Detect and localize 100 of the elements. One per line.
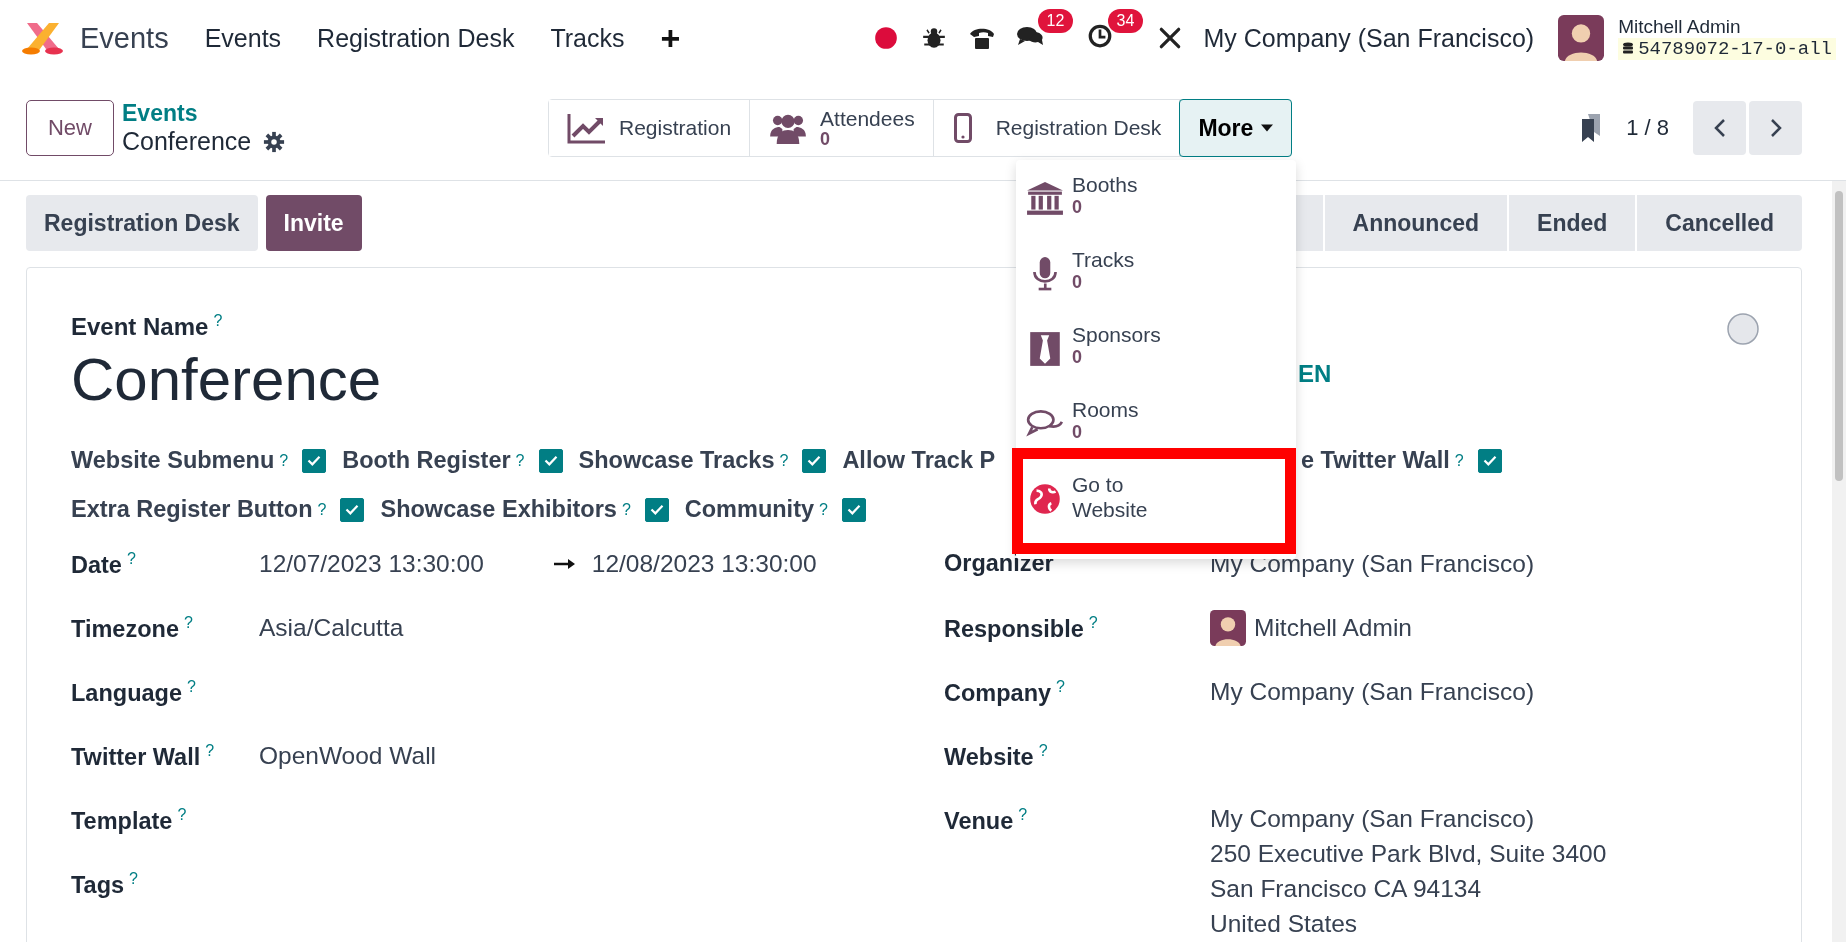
help-mark[interactable]: ? <box>515 451 525 470</box>
field-value[interactable]: Asia/Calcutta <box>259 614 404 642</box>
users-icon <box>768 112 809 144</box>
caret-icon <box>1261 124 1274 132</box>
company-switcher[interactable]: My Company (San Francisco) <box>1203 23 1535 53</box>
help-mark[interactable]: ? <box>177 806 187 823</box>
mobile-phone-icon <box>951 113 974 143</box>
help-mark[interactable]: ? <box>1018 806 1028 823</box>
bookmark-icon[interactable] <box>1580 114 1603 142</box>
field-value[interactable]: OpenWood Wall <box>259 742 437 770</box>
check-icon <box>846 504 861 515</box>
more-button[interactable]: More <box>1179 99 1293 157</box>
checkbox[interactable] <box>802 448 827 473</box>
event-title[interactable]: Conference <box>71 345 382 414</box>
date-field[interactable]: 12/07/2023 13:30:00 <box>259 550 484 578</box>
help-mark[interactable]: ? <box>213 312 223 329</box>
database-name: 54789072-17-0-all <box>1638 38 1832 60</box>
help-mark[interactable]: ? <box>1056 678 1065 695</box>
help-mark[interactable]: ? <box>621 500 631 519</box>
menu-item-count: 0 <box>1072 272 1083 294</box>
help-mark[interactable]: ? <box>126 550 136 567</box>
check-icon <box>649 504 664 515</box>
action-button[interactable]: Registration Desk <box>26 195 258 251</box>
option-label: Booth Register <box>342 447 511 474</box>
checkbox[interactable] <box>538 448 563 473</box>
stage-label: EN <box>1298 360 1332 388</box>
menu-item[interactable]: Sponsors 0 <box>1016 322 1296 397</box>
status-stage[interactable]: Cancelled <box>1635 195 1802 251</box>
help-mark[interactable]: ? <box>187 678 196 695</box>
breadcrumb-link[interactable]: Events <box>122 100 286 127</box>
address-line: 250 Executive Park Blvd, Suite 3400 <box>1210 840 1607 868</box>
menu-item[interactable]: Events <box>204 23 282 53</box>
menu-item-count: 0 <box>1072 347 1083 369</box>
new-button[interactable]: New <box>26 100 114 156</box>
app-logo-icon[interactable] <box>20 21 66 55</box>
field-value[interactable]: Mitchell Admin <box>1254 614 1412 642</box>
menu-item-label: Tracks <box>1072 247 1136 273</box>
help-mark[interactable]: ? <box>1038 742 1048 759</box>
help-mark[interactable]: ? <box>183 614 193 631</box>
field-value[interactable]: My Company (San Francisco) <box>1210 678 1535 706</box>
help-mark[interactable]: ? <box>279 451 289 470</box>
field-label: Language <box>71 679 182 706</box>
help-mark[interactable]: ? <box>205 742 215 759</box>
chevron-left-icon <box>1713 118 1726 138</box>
check-icon <box>543 455 558 466</box>
option-label: Showcase Tracks <box>578 447 775 474</box>
menu-item[interactable]: Registration Desk <box>317 23 515 53</box>
status-circle-icon[interactable] <box>1726 312 1760 346</box>
option-label: Website Submenu <box>71 447 275 474</box>
app-name[interactable]: Events <box>80 21 169 55</box>
help-mark[interactable]: ? <box>1088 614 1098 631</box>
checkbox[interactable] <box>340 497 365 522</box>
scrollbar[interactable] <box>1832 181 1846 942</box>
menu-item[interactable]: Rooms 0 <box>1016 397 1296 472</box>
help-mark[interactable]: ? <box>317 500 327 519</box>
menu-item[interactable]: Tracks 0 <box>1016 247 1296 322</box>
checkbox[interactable] <box>302 448 327 473</box>
avatar[interactable] <box>1558 15 1605 61</box>
help-mark[interactable]: ? <box>819 500 828 519</box>
menu-item[interactable]: Booths 0 <box>1016 172 1296 247</box>
smart-button-label: Attendees <box>820 107 915 130</box>
add-button[interactable]: + <box>660 18 681 58</box>
status-stage[interactable]: Announced <box>1322 195 1508 251</box>
status-stage[interactable]: Ended <box>1507 195 1636 251</box>
avatar <box>1210 610 1246 646</box>
smart-button-label: Registration Desk <box>995 116 1162 139</box>
help-mark[interactable]: ? <box>129 870 138 887</box>
smart-button-label: Registration <box>619 116 732 139</box>
checkbox[interactable] <box>1477 448 1502 473</box>
address-line: San Francisco CA 94134 <box>1210 875 1483 903</box>
menu-item-label: Booths <box>1072 172 1139 198</box>
option-label: Extra Register Button <box>71 496 313 523</box>
notification-badge: 34 <box>1107 9 1144 33</box>
help-mark[interactable]: ? <box>1454 451 1464 470</box>
field-label: Website <box>944 743 1034 770</box>
date-field[interactable]: 12/08/2023 13:30:00 <box>591 550 817 578</box>
pager-value: 1 / 8 <box>1626 115 1669 141</box>
field-label: Responsible <box>944 615 1084 642</box>
action-button[interactable]: Invite <box>265 195 362 251</box>
checkbox[interactable] <box>841 497 866 522</box>
check-icon <box>307 455 322 466</box>
arrow-right-icon <box>553 558 576 570</box>
field-label: Company <box>944 679 1052 706</box>
field-label: Date <box>71 551 122 578</box>
checkbox[interactable] <box>644 497 669 522</box>
check-icon <box>345 504 360 515</box>
menu-item[interactable]: Tracks <box>550 23 625 53</box>
menu-item-count: 0 <box>1072 197 1083 219</box>
field-label: Timezone <box>71 615 179 642</box>
menu-item[interactable]: Go to Website <box>1016 472 1296 547</box>
bank-icon <box>1026 182 1064 216</box>
smart-button[interactable]: Registration <box>549 100 751 156</box>
check-icon <box>1482 455 1497 466</box>
field-label: Tags <box>71 871 125 898</box>
menu-item-count: 0 <box>1072 422 1083 444</box>
address-line: United States <box>1210 910 1359 938</box>
notification-badge: 12 <box>1037 9 1074 33</box>
user-name[interactable]: Mitchell Admin <box>1618 16 1836 38</box>
settings-icon[interactable] <box>263 130 286 153</box>
help-mark[interactable]: ? <box>779 451 789 470</box>
